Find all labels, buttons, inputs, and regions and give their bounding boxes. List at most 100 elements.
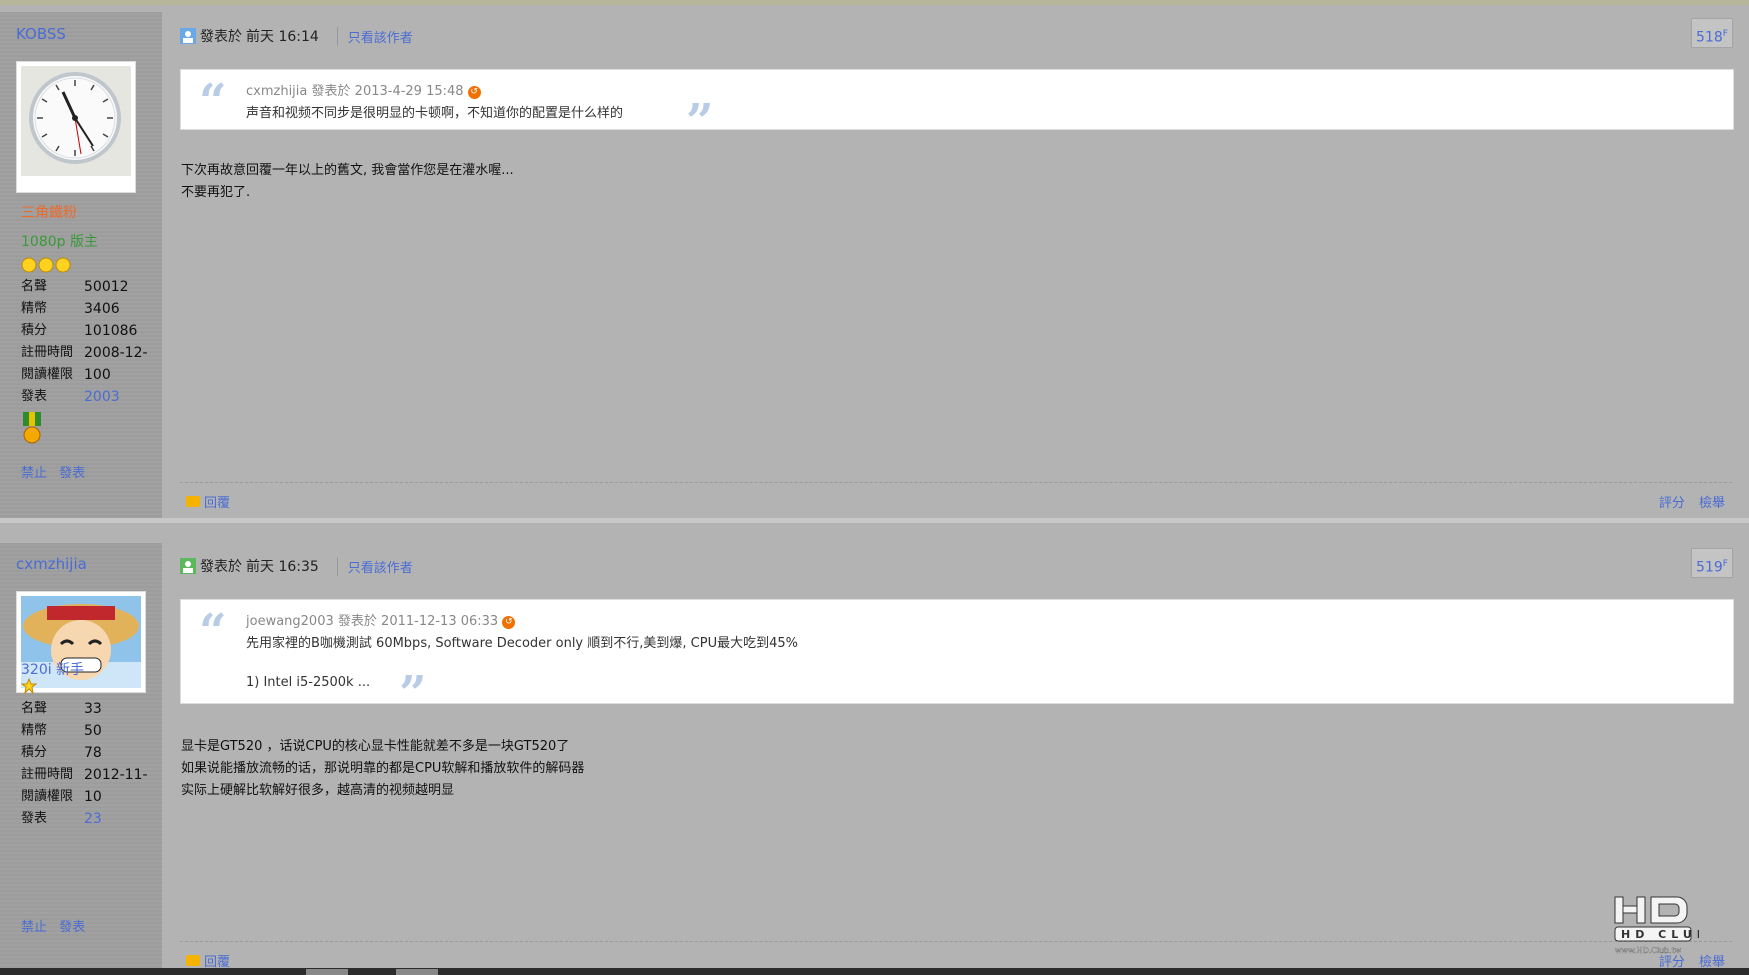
stat-row: 名聲 33 <box>21 698 148 720</box>
post-footer-divider <box>180 941 1732 942</box>
quote-line: 1) Intel i5-2500k ... <box>246 675 371 690</box>
message-line: 显卡是GT520 ，话说CPU的核心显卡性能就差不多是一块GT520了 <box>181 739 570 754</box>
taskbar-button[interactable] <box>396 969 438 975</box>
watermark-subtext: www.HD.Club.tw <box>1615 946 1682 955</box>
taskbar-button[interactable] <box>306 969 348 975</box>
post-footer-divider <box>180 482 1732 483</box>
hd-club-watermark-logo: HD CLUB www.HD.Club.tw <box>1611 887 1705 957</box>
floor-number[interactable]: 518F <box>1691 18 1733 48</box>
quote-author: cxmzhijia <box>246 84 308 99</box>
watermark-text: HD CLUB <box>1621 928 1699 941</box>
post-gap <box>0 523 1749 541</box>
stat-key: 閱讀權限 <box>21 367 74 382</box>
stat-row: 閱讀權限 10 <box>21 786 148 808</box>
stat-row: 發表 23 <box>21 808 148 830</box>
stat-row: 閱讀權限 100 <box>21 364 148 386</box>
floor-suffix: F <box>1722 559 1728 569</box>
stat-key: 名聲 <box>21 701 48 716</box>
message-line: 如果说能播放流畅的话，那说明靠的都是CPU软解和播放软件的解码器 <box>181 761 585 776</box>
stat-key: 名聲 <box>21 279 48 294</box>
medal-icon <box>21 412 43 450</box>
stat-row: 積分 101086 <box>21 320 148 342</box>
stat-row: 精幣 50 <box>21 720 148 742</box>
post-main: 發表於 前天 16:14 只看該作者 518F “ cxmzhijia 發表於 … <box>180 12 1734 520</box>
post-message: 显卡是GT520 ，话说CPU的核心显卡性能就差不多是一块GT520了 如果说能… <box>181 736 584 802</box>
posted-label: 發表於 <box>200 29 242 45</box>
post-main: 發表於 前天 16:35 只看該作者 519F “ joewang2003 發表… <box>180 543 1734 975</box>
user-sidebar: KOBSS 三角鐵粉 1080p 版主 名聲 50012 精幣 3406 積分 … <box>0 12 162 520</box>
stat-row: 註冊時間 2012-11- <box>21 764 148 786</box>
stat-value: 2012-11- <box>84 767 148 783</box>
stat-value: 78 <box>84 745 102 761</box>
user-group: 320i 新手 <box>21 662 85 678</box>
quote-time: 2011-12-13 06:33 <box>381 614 499 629</box>
rank-stars <box>21 256 75 278</box>
stat-value: 3406 <box>84 301 120 317</box>
rate-link[interactable]: 評分 <box>1659 496 1685 511</box>
clock-avatar-icon <box>21 66 131 176</box>
quote-block: “ cxmzhijia 發表於 2013-4-29 15:48 ↺ 声音和视频不… <box>180 69 1734 146</box>
message-line: 实际上硬解比软解好很多，越高清的视频越明显 <box>181 783 455 798</box>
reply-button[interactable]: 回覆 <box>186 492 230 511</box>
user-sidebar: cxmzhijia 320i 新手 名聲 33 精幣 50 積分 78 註冊時間 201… <box>0 543 162 975</box>
quote-line: 先用家裡的B咖機測試 60Mbps, Software Decoder only… <box>246 636 798 651</box>
message-line: 下次再故意回覆一年以上的舊文, 我會當作您是在灌水喔... <box>181 163 514 178</box>
reply-icon <box>186 955 200 966</box>
quote-open-icon: “ <box>199 604 227 660</box>
username-link[interactable]: cxmzhijia <box>16 555 87 573</box>
stat-row: 名聲 50012 <box>21 276 148 298</box>
stat-key: 發表 <box>21 811 48 826</box>
ban-links[interactable]: 禁止 發表 <box>21 916 85 935</box>
stat-key: 閱讀權限 <box>21 789 74 804</box>
stat-value: 50012 <box>84 279 129 295</box>
only-author-link[interactable]: 只看該作者 <box>336 26 413 46</box>
only-author-link[interactable]: 只看該作者 <box>336 556 413 576</box>
avatar[interactable] <box>16 61 136 193</box>
user-group: 1080p 版主 <box>21 234 98 250</box>
ban-links[interactable]: 禁止 發表 <box>21 462 85 481</box>
goto-post-icon[interactable]: ↺ <box>467 86 481 99</box>
report-link[interactable]: 檢舉 <box>1699 496 1725 511</box>
stat-row: 精幣 3406 <box>21 298 148 320</box>
stat-value: 10 <box>84 789 102 805</box>
stat-key: 精幣 <box>21 723 48 738</box>
username-link[interactable]: KOBSS <box>16 25 66 43</box>
floor-number[interactable]: 519F <box>1691 548 1733 578</box>
user-title: 三角鐵粉 <box>21 205 77 221</box>
message-line: 不要再犯了. <box>181 185 251 200</box>
reply-icon <box>186 496 200 507</box>
quote-meta: joewang2003 發表於 2011-12-13 06:33 ↺ <box>246 610 516 629</box>
user-online-icon <box>180 28 196 44</box>
floor-number-value: 519 <box>1696 559 1723 576</box>
sun-rank-icon <box>21 257 71 273</box>
user-online-icon <box>180 558 196 574</box>
stat-value: 2008-12- <box>84 345 148 361</box>
hd-club-logo-icon: HD CLUB www.HD.Club.tw <box>1614 896 1705 955</box>
floor-suffix: F <box>1722 29 1728 39</box>
post-519: cxmzhijia 320i 新手 名聲 33 精幣 50 積分 78 註冊時間 201… <box>0 543 1749 975</box>
posted-time: 前天 16:14 <box>246 29 319 45</box>
stat-key: 積分 <box>21 745 48 760</box>
user-stats: 名聲 50012 精幣 3406 積分 101086 註冊時間 2008-12- 閱讀權… <box>21 276 148 408</box>
stat-row: 發表 2003 <box>21 386 148 408</box>
quote-author: joewang2003 <box>246 614 334 629</box>
stat-key: 註冊時間 <box>21 345 74 360</box>
stat-row: 註冊時間 2008-12- <box>21 342 148 364</box>
user-stats: 名聲 33 精幣 50 積分 78 註冊時間 2012-11- 閱讀權限 10 發表 23 <box>21 698 148 830</box>
posted-time: 前天 16:35 <box>246 559 319 575</box>
posts-count-link[interactable]: 2003 <box>84 386 120 408</box>
quote-close-icon: ” <box>686 94 714 150</box>
stat-key: 積分 <box>21 323 48 338</box>
stat-key: 發表 <box>21 389 48 404</box>
stat-value: 33 <box>84 701 102 717</box>
post-518: KOBSS 三角鐵粉 1080p 版主 名聲 50012 精幣 3406 積分 … <box>0 12 1749 520</box>
post-actions: 評分 檢舉 <box>1659 492 1725 511</box>
stat-value: 100 <box>84 367 111 383</box>
stat-value: 101086 <box>84 323 138 339</box>
goto-post-icon[interactable]: ↺ <box>502 616 516 629</box>
post-info: 發表於 前天 16:35 只看該作者 <box>180 556 413 576</box>
posts-count-link[interactable]: 23 <box>84 808 102 830</box>
reply-label: 回覆 <box>204 496 231 511</box>
stat-row: 積分 78 <box>21 742 148 764</box>
quote-close-icon: ” <box>399 666 427 722</box>
